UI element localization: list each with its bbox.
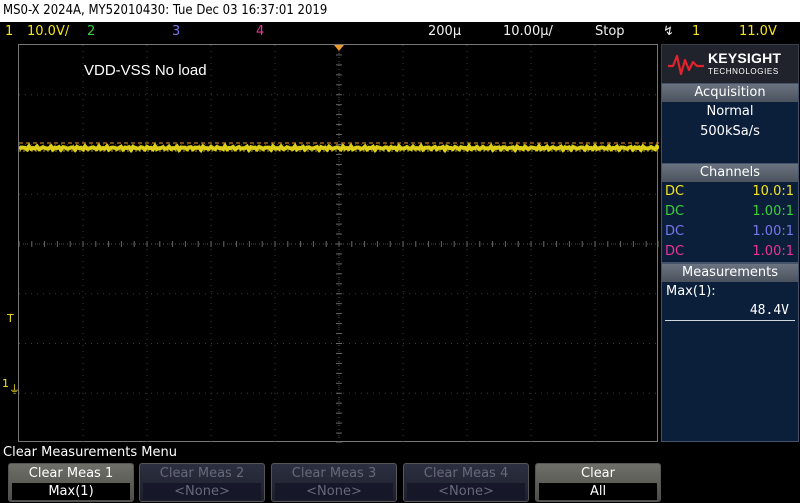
status-bar: 1 10.0V/ 2 3 4 200µ 10.00µ/ Stop ↯ 1 11.… [0, 22, 800, 42]
channel-coupling: DC [665, 204, 685, 219]
softkey-label: Clear [581, 466, 615, 481]
acquisition-section[interactable]: Acquisition Normal 500kSa/s [661, 83, 799, 165]
channel-probe: 10.0:1 [752, 184, 794, 199]
logo-sub: TECHNOLOGIES [708, 67, 779, 76]
clear-meas-2-softkey[interactable]: Clear Meas 2 <None> [139, 463, 265, 502]
trigger-marker: T [7, 312, 14, 325]
channels-section[interactable]: Channels DC 10.0:1 DC 1.00:1 DC 1.00:1 DC 1.… [661, 163, 799, 263]
softkey-value: Max(1) [12, 483, 130, 500]
ch1-ground-marker: 1 [2, 377, 9, 390]
channels-header: Channels [662, 164, 798, 182]
graticule [19, 45, 659, 443]
softkey-value: <None> [407, 483, 525, 500]
measurement-label: Max(1): [666, 284, 716, 299]
ch1-scale[interactable]: 10.0V/ [27, 22, 69, 42]
channel-row-3: DC 1.00:1 [662, 222, 798, 242]
channel-coupling: DC [665, 184, 685, 199]
softkey-value: All [539, 483, 657, 500]
waveform-annotation: VDD-VSS No load [84, 62, 207, 79]
channel-coupling: DC [665, 224, 685, 239]
channel-row-2: DC 1.00:1 [662, 202, 798, 222]
channel-probe: 1.00:1 [752, 244, 794, 259]
measurements-section[interactable]: Measurements Max(1): 48.4V [661, 263, 799, 442]
waveform-display[interactable] [18, 44, 659, 443]
keysight-wave-icon [668, 54, 704, 76]
time-scale[interactable]: 10.00µ/ [503, 22, 553, 42]
clear-meas-3-softkey[interactable]: Clear Meas 3 <None> [271, 463, 397, 502]
clear-all-softkey[interactable]: Clear All [535, 463, 661, 502]
ground-icon: ⏚ [9, 383, 20, 396]
softkey-label: Clear Meas 3 [291, 466, 377, 481]
ch3-number[interactable]: 3 [172, 22, 180, 42]
ch1-trace [19, 142, 659, 154]
measurement-value: 48.4V [665, 302, 795, 321]
softkey-value: <None> [275, 483, 393, 500]
run-state[interactable]: Stop [595, 22, 625, 42]
measurements-header: Measurements [662, 264, 798, 282]
channel-probe: 1.00:1 [752, 204, 794, 219]
ch2-number[interactable]: 2 [87, 22, 95, 42]
softkey-label: Clear Meas 4 [423, 466, 509, 481]
acquisition-rate: 500kSa/s [700, 124, 760, 139]
softkey-label: Clear Meas 2 [159, 466, 245, 481]
logo-name: KEYSIGHT [708, 50, 782, 66]
clear-meas-1-softkey[interactable]: Clear Meas 1 Max(1) [8, 463, 134, 502]
acquisition-mode: Normal [706, 104, 754, 119]
softkey-value: <None> [143, 483, 261, 500]
channel-probe: 1.00:1 [752, 224, 794, 239]
trigger-position-marker [334, 45, 344, 51]
trigger-source[interactable]: 1 [692, 22, 700, 42]
ch1-number[interactable]: 1 [5, 22, 13, 42]
channel-row-1: DC 10.0:1 [662, 182, 798, 202]
channel-row-4: DC 1.00:1 [662, 242, 798, 262]
acquisition-header: Acquisition [662, 84, 798, 102]
softkey-label: Clear Meas 1 [28, 466, 114, 481]
ch4-number[interactable]: 4 [256, 22, 264, 42]
side-panel: KEYSIGHT TECHNOLOGIES Acquisition Normal… [661, 44, 800, 442]
channel-coupling: DC [665, 244, 685, 259]
time-position[interactable]: 200µ [428, 22, 461, 42]
brand-logo: KEYSIGHT TECHNOLOGIES [661, 44, 799, 84]
trigger-edge-icon: ↯ [663, 24, 674, 39]
menu-title: Clear Measurements Menu [0, 444, 800, 461]
trigger-level[interactable]: 11.0V [739, 22, 777, 42]
window-title: MS0-X 2024A, MY52010430: Tue Dec 03 16:3… [0, 0, 800, 22]
clear-meas-4-softkey[interactable]: Clear Meas 4 <None> [403, 463, 529, 502]
